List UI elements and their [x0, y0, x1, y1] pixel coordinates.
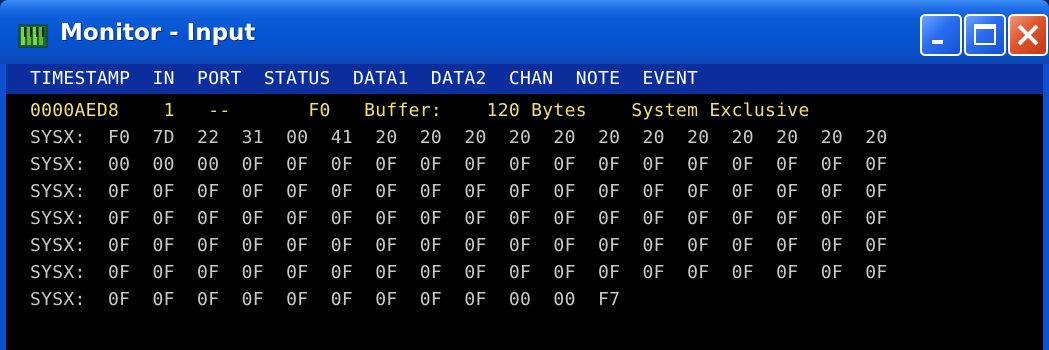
- sysx-row: SYSX: 0F 0F 0F 0F 0F 0F 0F 0F 0F 0F 0F 0…: [30, 235, 888, 256]
- close-button[interactable]: [1008, 14, 1048, 56]
- sysx-row: SYSX: 0F 0F 0F 0F 0F 0F 0F 0F 0F 0F 0F 0…: [30, 262, 888, 283]
- midi-monitor-icon[interactable]: [18, 22, 48, 50]
- close-icon: [1017, 24, 1039, 46]
- minimize-icon: [932, 40, 943, 44]
- minimize-button[interactable]: [920, 14, 962, 56]
- monitor-output[interactable]: TIMESTAMP IN PORT STATUS DATA1 DATA2 CHA…: [6, 64, 1043, 350]
- column-header-bar: TIMESTAMP IN PORT STATUS DATA1 DATA2 CHA…: [6, 64, 1043, 94]
- title-bar[interactable]: Monitor - Input: [0, 0, 1049, 64]
- maximize-icon: [974, 24, 996, 45]
- sysx-row: SYSX: 0F 0F 0F 0F 0F 0F 0F 0F 0F 00 00 F…: [30, 289, 621, 310]
- sysx-row: SYSX: F0 7D 22 31 00 41 20 20 20 20 20 2…: [30, 127, 888, 148]
- monitor-window: Monitor - Input TIMESTAMP IN PORT STATUS…: [0, 0, 1049, 350]
- sysx-row: SYSX: 0F 0F 0F 0F 0F 0F 0F 0F 0F 0F 0F 0…: [30, 181, 888, 202]
- maximize-button[interactable]: [964, 14, 1006, 56]
- sysx-row: SYSX: 00 00 00 0F 0F 0F 0F 0F 0F 0F 0F 0…: [30, 154, 888, 175]
- window-title: Monitor - Input: [60, 20, 256, 46]
- column-headers: TIMESTAMP IN PORT STATUS DATA1 DATA2 CHA…: [30, 68, 699, 89]
- event-row: 0000AED8 1 -- F0 Buffer: 120 Bytes Syste…: [30, 100, 810, 121]
- sysx-row: SYSX: 0F 0F 0F 0F 0F 0F 0F 0F 0F 0F 0F 0…: [30, 208, 888, 229]
